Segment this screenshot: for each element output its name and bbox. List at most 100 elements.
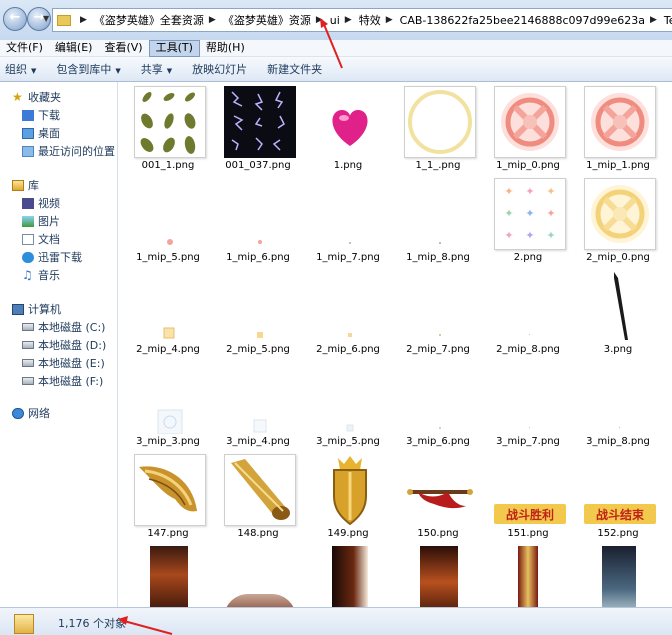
new-folder-button[interactable]: 新建文件夹 xyxy=(267,61,322,77)
file-item[interactable]: 1_mip_0.png xyxy=(478,82,568,174)
tiny-mip-image xyxy=(439,242,441,244)
nav-item-music[interactable]: ♫ 音乐 xyxy=(0,266,118,284)
file-item[interactable] xyxy=(568,542,658,607)
include-in-library-button[interactable]: 包含到库中 ▼ xyxy=(56,61,120,77)
network-icon xyxy=(12,407,24,419)
nav-item-desktop[interactable]: 桌面 xyxy=(0,124,118,142)
file-item[interactable]: 3_mip_6.png xyxy=(388,358,478,450)
file-thumbnail xyxy=(224,454,296,526)
victory-text: 战斗胜利 xyxy=(506,507,554,522)
menu-help[interactable]: 帮助(H) xyxy=(200,40,251,57)
menu-edit[interactable]: 编辑(E) xyxy=(49,40,99,57)
file-name: 3_mip_3.png xyxy=(136,436,200,447)
breadcrumb-item[interactable]: 《盗梦英雄》资源 xyxy=(223,12,311,28)
file-item[interactable]: 3_mip_8.png xyxy=(568,358,658,450)
breadcrumb-item[interactable]: 特效 xyxy=(359,12,381,28)
nav-item-drive-c[interactable]: 本地磁盘 (C:) xyxy=(0,318,118,336)
nav-item-drive-d[interactable]: 本地磁盘 (D:) xyxy=(0,336,118,354)
breadcrumb-item[interactable]: 《盗梦英雄》全套资源 xyxy=(94,12,204,28)
chevron-right-icon[interactable]: ▶ xyxy=(386,15,393,25)
nav-item-downloads[interactable]: 下载 xyxy=(0,106,118,124)
chevron-right-icon[interactable]: ▶ xyxy=(80,15,87,25)
download-icon xyxy=(22,109,34,121)
file-item[interactable]: 3_mip_7.png xyxy=(478,358,568,450)
file-item[interactable]: 1_mip_1.png xyxy=(568,82,658,174)
file-item[interactable]: 3_mip_5.png xyxy=(298,358,388,450)
tiny-mip-image xyxy=(439,334,441,336)
nav-item-label: 文档 xyxy=(38,233,60,246)
file-item[interactable]: 148.png xyxy=(208,450,298,542)
file-item[interactable]: 2_mip_5.png xyxy=(208,266,298,358)
file-item[interactable] xyxy=(208,542,298,607)
menu-file[interactable]: 文件(F) xyxy=(0,40,49,57)
nav-item-label: 本地磁盘 (E:) xyxy=(38,357,105,370)
file-thumbnail xyxy=(404,454,476,526)
history-dropdown-icon[interactable]: ▼ xyxy=(43,14,49,23)
file-name: 1_mip_5.png xyxy=(136,252,200,263)
file-name: 3_mip_6.png xyxy=(406,436,470,447)
chevron-down-icon: ▼ xyxy=(31,67,37,75)
nav-item-label: 桌面 xyxy=(38,127,60,140)
nav-item-thunder[interactable]: 迅雷下载 xyxy=(0,248,118,266)
golden-horn-image xyxy=(231,459,290,520)
nav-item-videos[interactable]: 视频 xyxy=(0,194,118,212)
file-thumbnail xyxy=(134,270,206,342)
chevron-right-icon[interactable]: ▶ xyxy=(650,15,657,25)
nav-item-pictures[interactable]: 图片 xyxy=(0,212,118,230)
share-label: 共享 xyxy=(140,63,163,76)
breadcrumb-item[interactable]: CAB-138622fa25bee2146888c097d99e623a xyxy=(400,14,645,27)
slideshow-button[interactable]: 放映幻灯片 xyxy=(192,61,247,77)
chevron-right-icon[interactable]: ▶ xyxy=(209,15,216,25)
nav-item-drive-f[interactable]: 本地磁盘 (F:) xyxy=(0,372,118,390)
file-item[interactable]: 1_mip_8.png xyxy=(388,174,478,266)
file-item[interactable]: 2_mip_7.png xyxy=(388,266,478,358)
file-thumbnail: 战斗胜利 xyxy=(494,454,566,526)
network-header[interactable]: 网络 xyxy=(0,404,118,422)
file-thumbnail xyxy=(134,362,206,435)
file-name: 1_1_.png xyxy=(415,160,461,171)
file-item[interactable]: 2_mip_0.png xyxy=(568,174,658,266)
favorites-group: ★ 收藏夹 下载 桌面 最近访问的位置 xyxy=(0,88,118,160)
breadcrumb-item[interactable]: Texture2D xyxy=(664,14,672,27)
file-item[interactable]: 3.png xyxy=(568,266,658,358)
favorites-header[interactable]: ★ 收藏夹 xyxy=(0,88,118,106)
file-item[interactable]: 2_mip_8.png xyxy=(478,266,568,358)
file-item[interactable] xyxy=(298,542,388,607)
file-item[interactable]: 1_1_.png xyxy=(388,82,478,174)
crown-shield-image xyxy=(333,456,367,526)
file-item[interactable]: 战斗胜利 151.png xyxy=(478,450,568,542)
file-item[interactable]: 150.png xyxy=(388,450,478,542)
file-name: 2_mip_4.png xyxy=(136,344,200,355)
file-thumbnail: 战斗结束 xyxy=(584,454,656,526)
libraries-header[interactable]: 库 xyxy=(0,176,118,194)
file-item[interactable]: 2_mip_4.png xyxy=(118,266,208,358)
file-item[interactable]: 147.png xyxy=(118,450,208,542)
file-item[interactable]: 001_037.png xyxy=(208,82,298,174)
file-thumbnail xyxy=(224,594,296,607)
file-item[interactable]: 1_mip_6.png xyxy=(208,174,298,266)
computer-header[interactable]: 计算机 xyxy=(0,300,118,318)
file-item[interactable] xyxy=(388,542,478,607)
file-item[interactable]: 战斗结束 152.png xyxy=(568,450,658,542)
share-button[interactable]: 共享 ▼ xyxy=(141,61,172,77)
file-item[interactable]: 1_mip_7.png xyxy=(298,174,388,266)
menu-tools[interactable]: 工具(T) xyxy=(148,39,200,57)
file-item[interactable]: 001_1.png xyxy=(118,82,208,174)
file-item[interactable]: 1.png xyxy=(298,82,388,174)
menu-view[interactable]: 查看(V) xyxy=(98,40,148,57)
nav-item-documents[interactable]: 文档 xyxy=(0,230,118,248)
breadcrumb[interactable]: ▶ 《盗梦英雄》全套资源 ▶ 《盗梦英雄》资源 ▶ ui ▶ 特效 ▶ CAB-… xyxy=(52,8,672,32)
file-item[interactable]: 3_mip_3.png xyxy=(118,358,208,450)
organize-button[interactable]: 组织 ▼ xyxy=(5,61,36,77)
file-item[interactable]: 3_mip_4.png xyxy=(208,358,298,450)
file-item[interactable]: ✦ ✦ ✦ ✦ ✦ ✦ ✦ ✦ ✦ 2.png xyxy=(478,174,568,266)
file-item[interactable]: 149.png xyxy=(298,450,388,542)
back-button[interactable]: ← xyxy=(3,7,27,31)
file-item[interactable]: 1_mip_5.png xyxy=(118,174,208,266)
nav-item-recent[interactable]: 最近访问的位置 xyxy=(0,142,118,160)
file-name: 3_mip_4.png xyxy=(226,436,290,447)
file-item[interactable] xyxy=(118,542,208,607)
nav-item-drive-e[interactable]: 本地磁盘 (E:) xyxy=(0,354,118,372)
file-item[interactable] xyxy=(478,542,568,607)
file-item[interactable]: 2_mip_6.png xyxy=(298,266,388,358)
